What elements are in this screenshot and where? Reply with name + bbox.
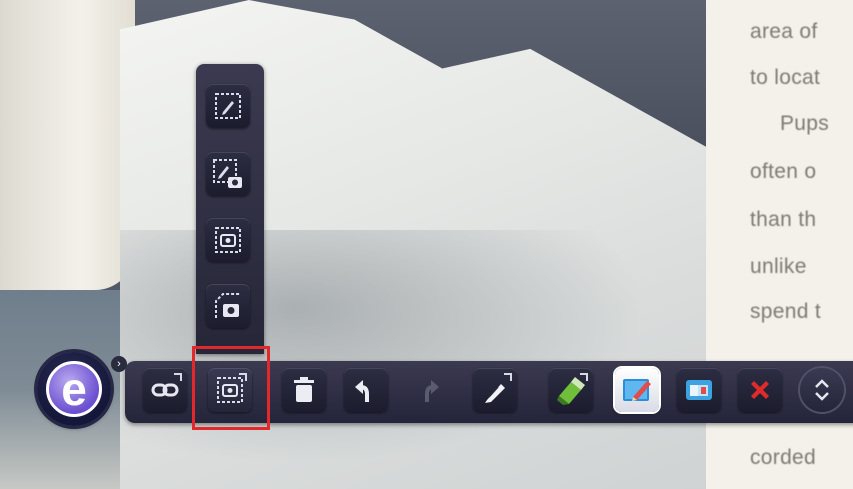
region-pen-icon (215, 93, 241, 119)
redo-icon (425, 380, 439, 402)
region-pen-camera-icon (213, 159, 242, 188)
window-icon (686, 380, 712, 400)
annotate-region-option[interactable] (206, 84, 250, 128)
undo-icon (355, 380, 369, 402)
page-text-line: Pups (780, 112, 830, 135)
pen-button[interactable] (473, 368, 517, 412)
delete-button[interactable] (282, 368, 326, 412)
page-text-line: corded (750, 446, 817, 469)
link-button[interactable] (143, 368, 187, 412)
toggle-toolbar-button[interactable] (800, 368, 844, 412)
pen-icon (485, 384, 505, 403)
link-icon (151, 383, 179, 397)
capture-menu (196, 64, 264, 354)
capture-freeform-option[interactable] (206, 284, 250, 328)
whiteboard-icon (623, 379, 651, 401)
app-logo-button[interactable]: e (37, 352, 111, 426)
app-logo-icon: e (46, 361, 102, 417)
whiteboard-button[interactable] (615, 368, 659, 412)
page-text-line: than th (750, 208, 817, 231)
highlighter-icon (557, 377, 585, 405)
page-text-line: often o (750, 160, 817, 183)
expand-badge-icon[interactable]: › (111, 356, 127, 372)
page-text-line: area of (750, 20, 818, 43)
freeform-camera-icon (215, 293, 240, 318)
redo-button[interactable] (406, 368, 450, 412)
undo-button[interactable] (344, 368, 388, 412)
capture-region-option[interactable] (206, 218, 250, 262)
window-button[interactable] (677, 368, 721, 412)
page-text-line: unlike (750, 255, 807, 278)
annotate-capture-option[interactable] (206, 152, 250, 196)
annotation-toolbar: e › (37, 346, 853, 430)
region-camera-icon (215, 227, 241, 253)
page-text-line: spend t (750, 300, 821, 323)
page-text-line: to locat (750, 66, 821, 89)
close-icon (751, 381, 769, 399)
highlighter-button[interactable] (549, 368, 593, 412)
photo-tube (0, 0, 135, 290)
close-button[interactable] (738, 368, 782, 412)
trash-icon (294, 377, 314, 402)
chevron-up-down-icon (815, 379, 829, 401)
selection-highlight (192, 346, 270, 430)
